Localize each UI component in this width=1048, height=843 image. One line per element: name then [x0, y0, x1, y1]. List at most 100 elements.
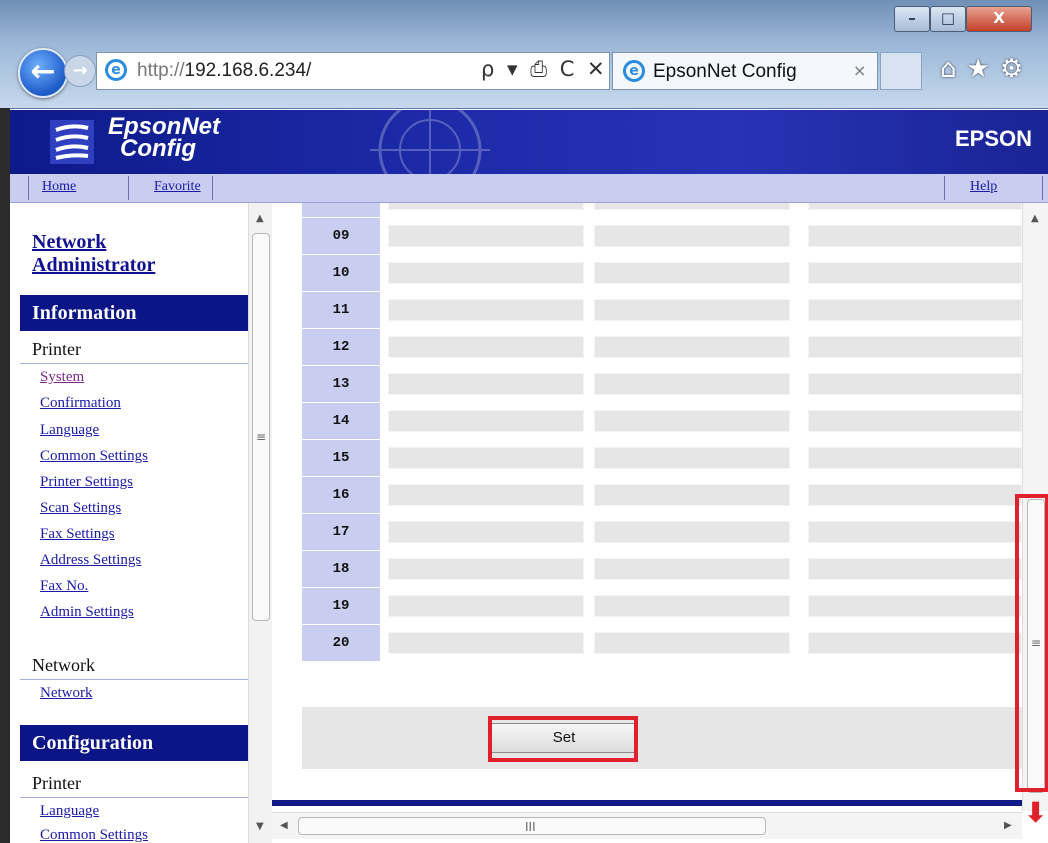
link-fax-settings[interactable]: Fax Settings — [40, 526, 115, 543]
row-label: 19 — [302, 588, 380, 624]
footer-bar — [272, 800, 1022, 806]
set-panel — [302, 707, 1022, 769]
table-input-cell[interactable] — [808, 203, 1022, 210]
table-input-cell[interactable] — [388, 299, 584, 321]
table-input-cell[interactable] — [594, 595, 790, 617]
table-input-cell[interactable] — [808, 225, 1022, 247]
table-input-cell[interactable] — [388, 225, 584, 247]
table-input-cell[interactable] — [594, 262, 790, 284]
table-input-cell[interactable] — [594, 484, 790, 506]
row-label: 11 — [302, 292, 380, 328]
table-input-cell[interactable] — [388, 262, 584, 284]
window-edge — [0, 108, 10, 843]
table-input-cell[interactable] — [388, 595, 584, 617]
nav-favorite-link[interactable]: Favorite — [154, 179, 201, 195]
admin-line-1: Network — [32, 231, 107, 253]
scroll-down-arrow-icon[interactable]: ▼ — [256, 821, 264, 832]
row-label: 12 — [302, 329, 380, 365]
table-input-cell[interactable] — [388, 203, 584, 210]
table-input-cell[interactable] — [388, 410, 584, 432]
epsonnet-logo-icon — [50, 120, 94, 164]
section-rule — [20, 679, 248, 680]
table-input-cell[interactable] — [594, 558, 790, 580]
tab-epsonnet-config[interactable]: e EpsonNet Config × — [612, 52, 878, 90]
table-input-cell[interactable] — [808, 595, 1022, 617]
table-input-cell[interactable] — [594, 632, 790, 654]
link-config-common-settings[interactable]: Common Settings — [40, 827, 148, 843]
scroll-left-arrow-icon[interactable]: ◀ — [280, 820, 288, 831]
table-input-cell[interactable] — [388, 484, 584, 506]
table-input-cell[interactable] — [594, 299, 790, 321]
nav-separator — [212, 176, 213, 200]
table-input-cell[interactable] — [594, 336, 790, 358]
table-input-cell[interactable] — [388, 447, 584, 469]
home-favorites-tools-icons[interactable]: ⌂★⚙ — [940, 54, 1033, 84]
link-admin-settings[interactable]: Admin Settings — [40, 604, 134, 621]
top-nav: Home Favorite Help — [10, 174, 1048, 203]
scroll-right-arrow-icon[interactable]: ▶ — [1004, 820, 1012, 831]
address-url[interactable]: http://192.168.6.234/ — [137, 60, 311, 82]
url-scheme: http:// — [137, 60, 185, 81]
link-common-settings[interactable]: Common Settings — [40, 448, 148, 465]
table-input-cell[interactable] — [594, 410, 790, 432]
maximize-button[interactable]: □ — [930, 6, 966, 32]
link-confirmation[interactable]: Confirmation — [40, 395, 121, 412]
link-printer-settings[interactable]: Printer Settings — [40, 474, 133, 491]
table-input-cell[interactable] — [594, 447, 790, 469]
table-input-cell[interactable] — [388, 336, 584, 358]
nav-separator — [128, 176, 129, 200]
table-input-cell[interactable] — [808, 447, 1022, 469]
table-input-cell[interactable] — [388, 632, 584, 654]
link-language[interactable]: Language — [40, 422, 99, 439]
table-input-cell[interactable] — [594, 225, 790, 247]
link-scan-settings[interactable]: Scan Settings — [40, 500, 121, 517]
ie-page-icon: e — [105, 59, 127, 81]
epson-header: EpsonNet Config EPSON — [10, 110, 1048, 174]
down-arrow-icon: ⬇ — [1024, 796, 1048, 829]
sidebar-scrollbar[interactable]: ▲ ≡ ▼ — [248, 203, 273, 843]
link-fax-no[interactable]: Fax No. — [40, 578, 88, 595]
table-input-cell[interactable] — [388, 373, 584, 395]
table-input-cell[interactable] — [808, 484, 1022, 506]
address-tools-icons[interactable]: ρ ▾ ⎙ C ✕ — [481, 57, 608, 82]
close-window-button[interactable]: X — [966, 6, 1032, 32]
scroll-up-arrow-icon[interactable]: ▲ — [1031, 213, 1039, 224]
table-input-cell[interactable] — [808, 336, 1022, 358]
table-input-cell[interactable] — [594, 521, 790, 543]
table-input-cell[interactable] — [808, 410, 1022, 432]
row-label: 13 — [302, 366, 380, 402]
tab-close-icon[interactable]: × — [853, 61, 866, 80]
table-input-cell[interactable] — [388, 558, 584, 580]
link-system[interactable]: System — [40, 369, 84, 386]
table-input-cell[interactable] — [388, 521, 584, 543]
table-input-cell[interactable] — [808, 373, 1022, 395]
table-input-cell[interactable] — [808, 558, 1022, 580]
link-config-language[interactable]: Language — [40, 803, 99, 820]
back-button[interactable]: ← — [18, 48, 68, 98]
scroll-up-arrow-icon[interactable]: ▲ — [256, 213, 264, 224]
configuration-header: Configuration — [20, 725, 248, 761]
table-input-cell[interactable] — [808, 262, 1022, 284]
new-tab-button[interactable] — [880, 52, 922, 90]
horizontal-scrollbar[interactable]: ◀ III ▶ — [272, 812, 1022, 839]
config-printer-section-label: Printer — [32, 773, 81, 793]
row-label: 09 — [302, 218, 380, 254]
sidebar-scroll-thumb[interactable]: ≡ — [252, 233, 270, 621]
address-bar[interactable]: e http://192.168.6.234/ ρ ▾ ⎙ C ✕ — [96, 52, 610, 90]
nav-help-link[interactable]: Help — [970, 179, 997, 195]
minimize-button[interactable]: – — [894, 6, 930, 32]
network-administrator-link[interactable]: Network Administrator — [32, 231, 155, 277]
table-input-cell[interactable] — [594, 203, 790, 210]
row-label: 10 — [302, 255, 380, 291]
link-network[interactable]: Network — [40, 685, 93, 702]
table-input-cell[interactable] — [808, 299, 1022, 321]
forward-button[interactable]: → — [64, 55, 96, 87]
sidebar: Network Administrator Information Printe… — [10, 203, 248, 843]
window-controls: – □ X — [894, 6, 1040, 32]
table-input-cell[interactable] — [594, 373, 790, 395]
table-input-cell[interactable] — [808, 521, 1022, 543]
nav-home-link[interactable]: Home — [42, 179, 76, 195]
table-input-cell[interactable] — [808, 632, 1022, 654]
horizontal-scroll-thumb[interactable]: III — [298, 817, 766, 835]
link-address-settings[interactable]: Address Settings — [40, 552, 141, 569]
